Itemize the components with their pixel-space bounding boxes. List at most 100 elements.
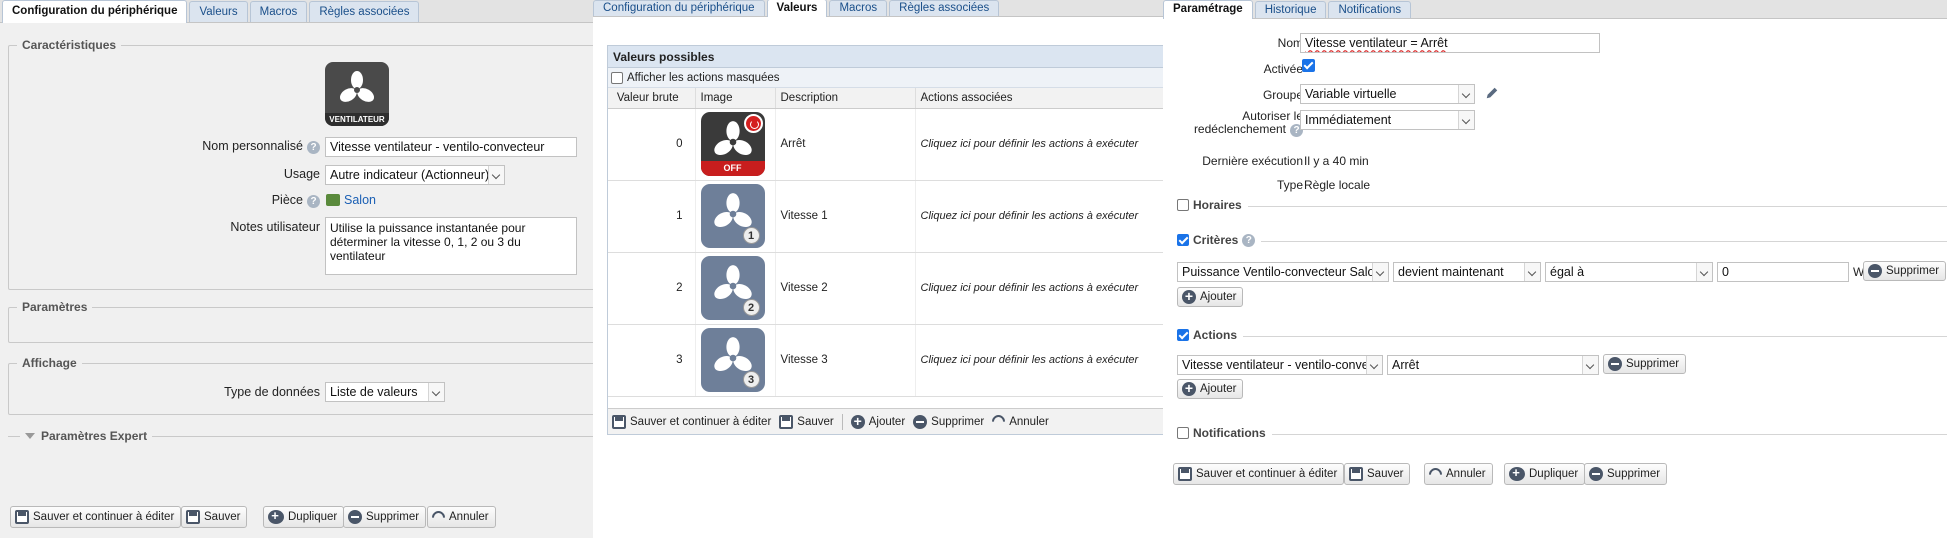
nom-input[interactable]: Vitesse ventilateur - ventilo-convecteur [325, 137, 577, 157]
save-continue-button[interactable]: Sauver et continuer à éditer [10, 506, 182, 528]
nom-label: Nom personnalisé? [150, 139, 320, 154]
piece-value[interactable]: Salon [326, 193, 376, 207]
tab-regles[interactable]: Règles associées [889, 0, 1000, 16]
raw-value: 1 [608, 180, 696, 253]
chevron-down-icon [1696, 263, 1712, 281]
notifications-checkbox[interactable] [1177, 427, 1189, 439]
raw-value: 2 [608, 252, 696, 325]
plus-icon [850, 413, 865, 429]
criteria-checkbox[interactable] [1177, 234, 1189, 246]
checkbox[interactable] [611, 71, 623, 84]
raw-value: 0 [608, 108, 696, 181]
tab-parametrage[interactable]: Paramétrage [1163, 0, 1253, 19]
define-actions-link[interactable]: Cliquez ici pour définir les actions à e… [915, 180, 1163, 253]
expert-section-toggle[interactable]: Paramètres Expert [20, 429, 153, 443]
criteria-section[interactable]: Critères? [1177, 233, 1262, 247]
chevron-down-icon [1524, 263, 1540, 281]
rule-settings-panel: Paramétrage Historique Notifications Nom… [1163, 0, 1947, 490]
help-icon[interactable]: ? [307, 141, 320, 154]
save-button[interactable]: Sauver [779, 414, 834, 429]
help-icon[interactable]: ? [307, 195, 320, 208]
define-actions-link[interactable]: Cliquez ici pour définir les actions à e… [915, 324, 1163, 397]
chevron-down-icon [1458, 85, 1474, 103]
chevron-down-icon [488, 166, 504, 184]
device-tabs: Configuration du périphérique Valeurs Ma… [0, 0, 593, 23]
tab-valeurs[interactable]: Valeurs [189, 1, 248, 22]
tab-regles[interactable]: Règles associées [309, 1, 420, 22]
duplicate-button[interactable]: Dupliquer [1504, 463, 1586, 485]
table-row[interactable]: 1 1 Vitesse 1 Cliquez ici pour définir l… [608, 180, 1163, 253]
action-device-select[interactable]: Vitesse ventilateur - ventilo-convec [1177, 355, 1383, 375]
tab-valeurs[interactable]: Valeurs [766, 0, 828, 17]
table-row[interactable]: 0 OFF Arrêt Cliquez ici pour définir les… [608, 108, 1163, 181]
undo-icon [989, 412, 1008, 431]
chevron-down-icon [428, 383, 444, 401]
help-icon[interactable]: ? [1242, 233, 1256, 247]
add-criteria-button[interactable]: Ajouter [1177, 287, 1244, 307]
raw-value: 3 [608, 324, 696, 397]
criteria-operator-select[interactable]: devient maintenant [1393, 262, 1541, 282]
schedules-checkbox[interactable] [1177, 199, 1189, 211]
delete-action-button[interactable]: Supprimer [1603, 354, 1687, 374]
tab-macros[interactable]: Macros [249, 1, 308, 22]
fan-off-icon[interactable]: OFF [700, 112, 765, 176]
power-icon [743, 114, 763, 133]
tab-notifications[interactable]: Notifications [1328, 1, 1412, 18]
actions-section[interactable]: Actions [1177, 328, 1244, 342]
save-continue-button[interactable]: Sauver et continuer à éditer [612, 414, 771, 429]
schedules-section[interactable]: Horaires [1177, 198, 1248, 212]
criteria-device-select[interactable]: Puissance Ventilo-convecteur Salon [1177, 262, 1389, 282]
section-title: Caractéristiques [17, 38, 122, 52]
duplicate-icon [1509, 465, 1525, 481]
group-select[interactable]: Variable virtuelle [1300, 84, 1475, 104]
add-action-button[interactable]: Ajouter [1177, 379, 1244, 399]
cancel-button[interactable]: Annuler [1424, 463, 1493, 485]
device-config-panel: Configuration du périphérique Valeurs Ma… [0, 0, 593, 538]
notifications-section[interactable]: Notifications [1177, 426, 1272, 440]
tab-configuration[interactable]: Configuration du périphérique [593, 0, 765, 16]
rule-name-input[interactable]: Vitesse ventilateur = Arrêt [1300, 33, 1600, 53]
notes-textarea[interactable]: Utilise la puissance instantanée pour dé… [325, 217, 577, 275]
type-select[interactable]: Liste de valeurs [325, 382, 445, 402]
fan-speed-icon[interactable]: 3 [700, 328, 765, 392]
table-row[interactable]: 3 3 Vitesse 3 Cliquez ici pour définir l… [608, 324, 1163, 397]
criteria-compare-select[interactable]: égal à [1545, 262, 1713, 282]
tab-configuration[interactable]: Configuration du périphérique [2, 0, 188, 23]
save-button[interactable]: Sauver [1344, 463, 1411, 485]
criteria-value-input[interactable]: 0 [1717, 262, 1849, 282]
delete-button[interactable]: Supprimer [1584, 463, 1668, 485]
show-hidden-actions[interactable]: Afficher les actions masquées [608, 68, 1163, 88]
cancel-button[interactable]: Annuler [427, 506, 496, 528]
minus-icon [348, 510, 362, 524]
fan-speed-icon[interactable]: 1 [700, 184, 765, 248]
off-label: OFF [700, 161, 765, 176]
duplicate-button[interactable]: Dupliquer [263, 506, 345, 528]
delete-button[interactable]: Supprimer [343, 506, 427, 528]
retrigger-select[interactable]: Immédiatement [1300, 110, 1475, 130]
values-panel: Configuration du périphérique Valeurs Ma… [593, 0, 1163, 435]
usage-select[interactable]: Autre indicateur (Actionneur) [325, 165, 505, 185]
active-checkbox[interactable] [1302, 59, 1315, 72]
chevron-down-icon [1366, 356, 1382, 374]
action-value-select[interactable]: Arrêt [1387, 355, 1599, 375]
tab-macros[interactable]: Macros [829, 0, 888, 16]
save-button[interactable]: Sauver [181, 506, 248, 528]
add-button[interactable]: Ajouter [850, 413, 905, 429]
cancel-button[interactable]: Annuler [989, 412, 1049, 431]
save-icon [1178, 467, 1192, 481]
tab-historique[interactable]: Historique [1254, 1, 1327, 18]
save-continue-button[interactable]: Sauver et continuer à éditer [1173, 463, 1345, 485]
delete-button[interactable]: Supprimer [913, 414, 984, 429]
table-row[interactable]: 2 2 Vitesse 2 Cliquez ici pour définir l… [608, 252, 1163, 325]
save-icon [612, 414, 626, 429]
define-actions-link[interactable]: Cliquez ici pour définir les actions à e… [915, 108, 1163, 181]
delete-criteria-button[interactable]: Supprimer [1863, 261, 1947, 281]
type-label: Type de données [224, 385, 320, 399]
save-icon [15, 510, 29, 524]
pencil-icon[interactable] [1485, 86, 1499, 100]
groupe-label: Groupe [1262, 88, 1303, 102]
actions-checkbox[interactable] [1177, 329, 1189, 341]
fan-speed-icon[interactable]: 2 [700, 256, 765, 320]
device-icon: VENTILATEUR [325, 62, 389, 126]
define-actions-link[interactable]: Cliquez ici pour définir les actions à e… [915, 252, 1163, 325]
